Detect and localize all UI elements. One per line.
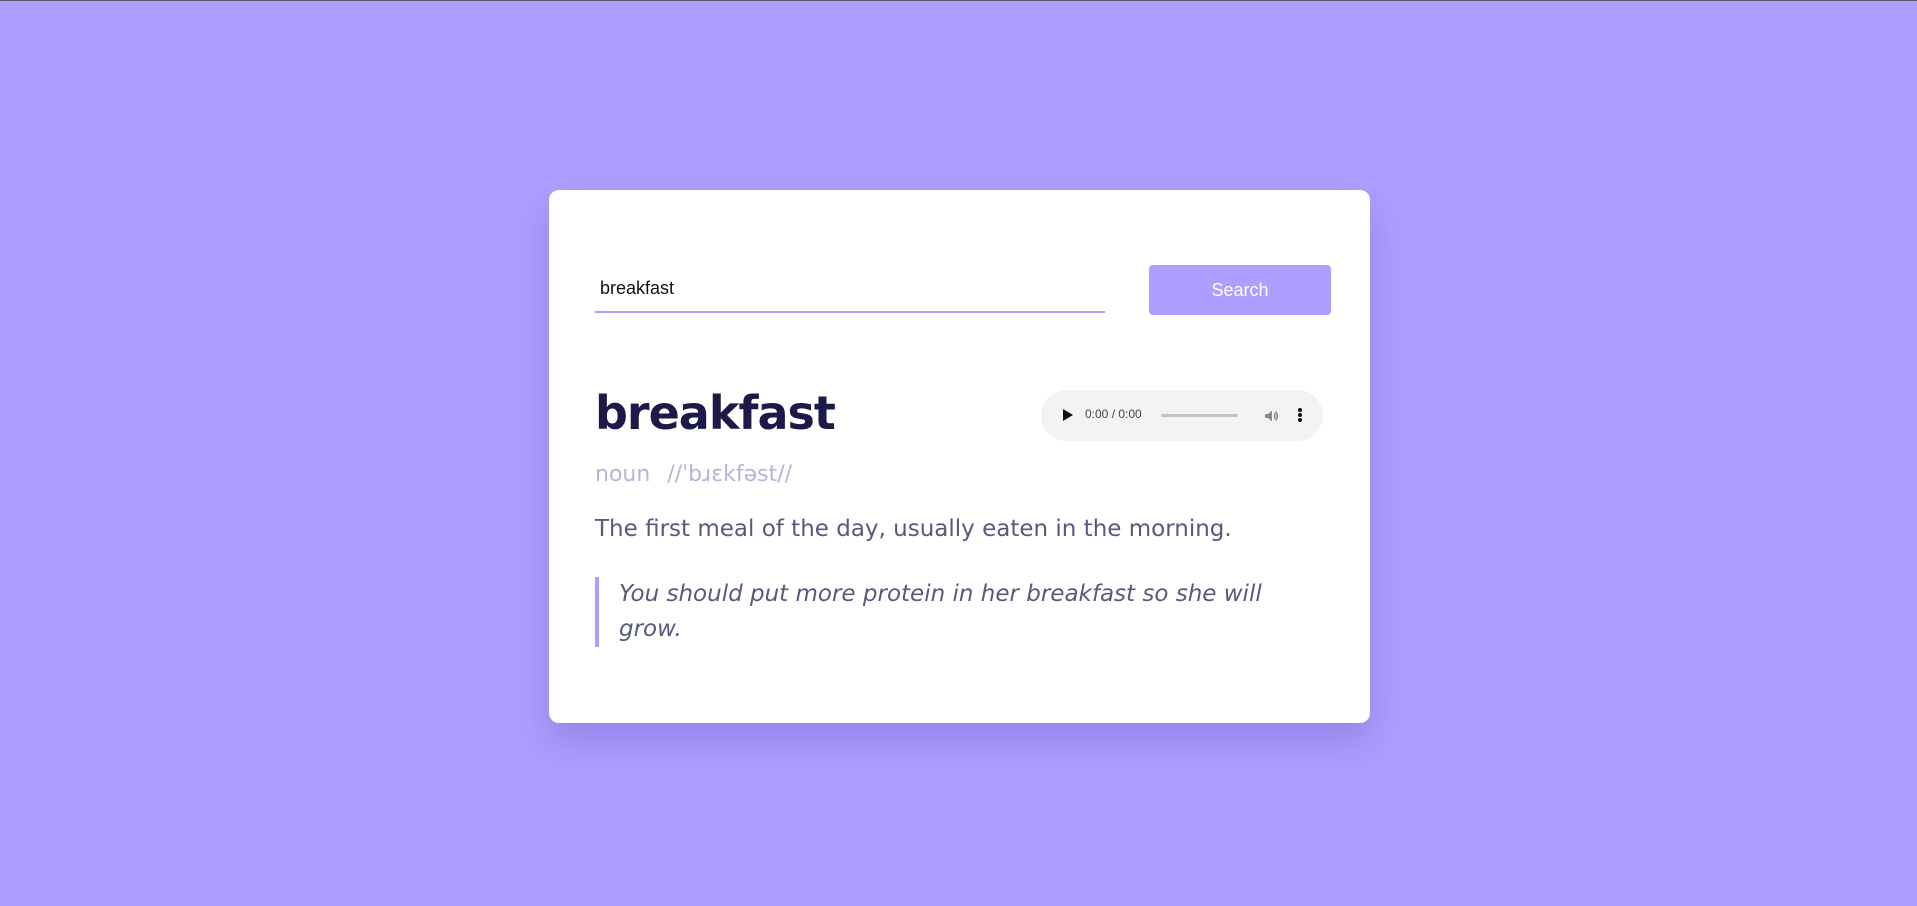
- play-icon[interactable]: [1063, 409, 1073, 421]
- definition-text: The first meal of the day, usually eaten…: [595, 516, 1232, 542]
- example-quote: You should put more protein in her break…: [595, 577, 1325, 647]
- audio-progress-bar[interactable]: [1161, 414, 1238, 417]
- dictionary-card: Search breakfast 0:00 / 0:00 noun //ˈbɹɛ…: [549, 190, 1370, 723]
- more-options-icon[interactable]: [1296, 407, 1304, 425]
- top-border-line: [0, 0, 1917, 1]
- phonetic-text: //ˈbɹɛkfəst//: [667, 462, 793, 487]
- part-of-speech: noun: [595, 462, 651, 487]
- phonetic-row: noun //ˈbɹɛkfəst//: [595, 462, 792, 487]
- search-input[interactable]: [595, 265, 1105, 313]
- audio-time: 0:00 / 0:00: [1085, 407, 1142, 421]
- volume-icon[interactable]: [1263, 408, 1279, 424]
- search-row: Search: [595, 265, 1331, 315]
- search-button[interactable]: Search: [1149, 265, 1331, 315]
- word-title: breakfast: [595, 386, 836, 440]
- audio-player[interactable]: 0:00 / 0:00: [1041, 390, 1323, 441]
